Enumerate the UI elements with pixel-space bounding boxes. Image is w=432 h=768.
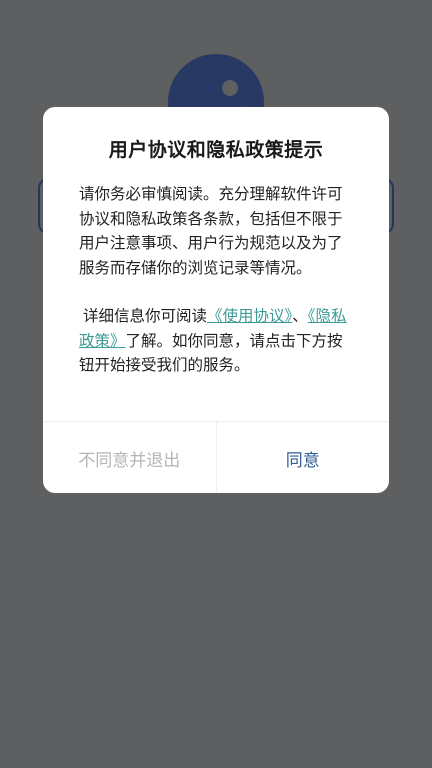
- terms-of-use-link[interactable]: 《使用协议》: [207, 307, 292, 325]
- agreement-dialog: 用户协议和隐私政策提示 请你务必审慎阅读。充分理解软件许可协议和隐私政策各条款，…: [43, 107, 389, 493]
- dialog-paragraph-2: 详细信息你可阅读《使用协议》、《隐私政策》了解。如你同意，请点击下方按钮开始接受…: [79, 304, 355, 378]
- logo-eye: [222, 80, 238, 96]
- dialog-title: 用户协议和隐私政策提示: [108, 139, 324, 161]
- paragraph-2-prefix: 详细信息你可阅读: [83, 307, 208, 325]
- link-separator: 、: [292, 307, 308, 325]
- decline-and-exit-button[interactable]: 不同意并退出: [43, 422, 217, 493]
- dialog-body: 请你务必审慎阅读。充分理解软件许可协议和隐私政策各条款，包括但不限于用户注意事项…: [79, 182, 355, 378]
- dialog-paragraph-1: 请你务必审慎阅读。充分理解软件许可协议和隐私政策各条款，包括但不限于用户注意事项…: [79, 185, 343, 277]
- dialog-footer: 不同意并退出 同意: [43, 421, 389, 493]
- agree-button[interactable]: 同意: [217, 422, 390, 493]
